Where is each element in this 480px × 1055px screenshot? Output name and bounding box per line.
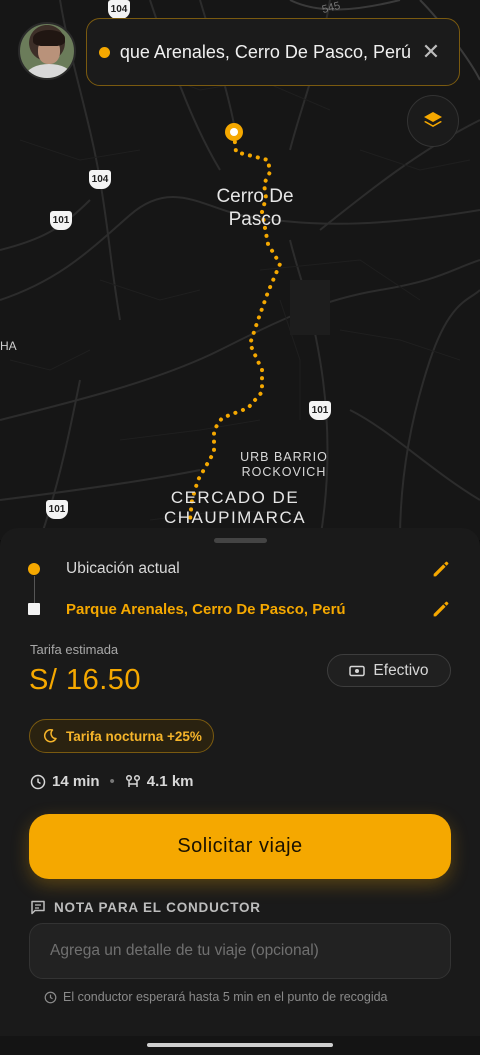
driver-note-title-text: NOTA PARA EL CONDUCTOR <box>54 900 261 915</box>
payment-method-label: Efectivo <box>373 661 429 679</box>
destination-label: Parque Arenales, Cerro De Pasco, Perú <box>66 600 346 618</box>
trip-stats: 14 min • 4.1 km <box>30 773 194 790</box>
driver-note-input[interactable] <box>29 923 451 979</box>
district-label-line1: CERCADO DE <box>170 488 300 507</box>
moon-icon <box>43 728 57 743</box>
road-shield-101: 101 <box>309 401 331 420</box>
route-distance-icon <box>125 774 140 787</box>
district-label: CERCADO DE CHAUPIMARCA <box>150 488 320 529</box>
destination-dot-icon <box>99 46 110 58</box>
city-label: Cerro De Pasco <box>200 186 310 232</box>
clock-icon <box>30 774 46 789</box>
edit-pickup-icon[interactable] <box>430 558 452 580</box>
driver-wait-text: El conductor esperará hasta 5 min en el … <box>63 990 388 1004</box>
avatar[interactable] <box>18 22 76 80</box>
destination-square-icon <box>28 603 40 615</box>
edit-destination-icon[interactable] <box>430 598 452 620</box>
map-layers-button[interactable] <box>407 95 459 147</box>
payment-method-button[interactable]: Efectivo <box>327 654 451 687</box>
district-label-line2: CHAUPIMARCA <box>163 508 307 528</box>
message-icon <box>31 900 45 915</box>
pickup-label: Ubicación actual <box>66 560 180 577</box>
pickup-row[interactable]: Ubicación actual <box>28 558 452 580</box>
trip-duration: 14 min <box>52 773 100 790</box>
stats-separator: • <box>109 773 115 790</box>
home-gesture-pill[interactable] <box>147 1043 333 1047</box>
city-label-line2: Pasco <box>228 208 282 230</box>
driver-note-title: NOTA PARA EL CONDUCTOR <box>30 900 261 915</box>
destination-search-bar[interactable]: Parque Arenales, Cerro De Pasco, Perú ✕ <box>86 18 460 86</box>
neighborhood-label-line1: URB BARRIO <box>240 450 328 464</box>
destination-search-text[interactable]: Parque Arenales, Cerro De Pasco, Perú <box>120 42 411 63</box>
night-fare-badge: Tarifa nocturna +25% <box>29 719 214 753</box>
clock-icon <box>44 991 57 1003</box>
city-label-line1: Cerro De <box>216 186 294 207</box>
neighborhood-label: URB BARRIO ROCKOVICH <box>236 450 332 480</box>
close-icon[interactable]: ✕ <box>419 40 443 64</box>
fare-label: Tarifa estimada <box>30 642 119 657</box>
request-ride-button[interactable]: Solicitar viaje <box>29 814 451 879</box>
road-shield-104: 104 <box>108 0 130 19</box>
sheet-drag-handle[interactable] <box>214 538 267 543</box>
layers-icon <box>424 112 442 127</box>
trip-distance: 4.1 km <box>146 773 194 790</box>
cash-icon <box>349 665 366 676</box>
neighborhood-label-line2: ROCKOVICH <box>241 465 327 479</box>
destination-row[interactable]: Parque Arenales, Cerro De Pasco, Perú <box>28 598 452 620</box>
road-shield-101: 101 <box>50 211 72 230</box>
edge-map-label: HA <box>0 339 17 353</box>
driver-wait-info: El conductor esperará hasta 5 min en el … <box>44 990 388 1004</box>
road-shield-101: 101 <box>46 500 68 519</box>
night-fare-label: Tarifa nocturna +25% <box>66 728 202 744</box>
pickup-dot-icon <box>28 563 40 575</box>
map-view[interactable]: Cerro De Pasco URB BARRIO ROCKOVICH CERC… <box>0 0 480 540</box>
road-shield-104: 104 <box>89 170 111 189</box>
fare-value: S/ 16.50 <box>29 664 142 696</box>
